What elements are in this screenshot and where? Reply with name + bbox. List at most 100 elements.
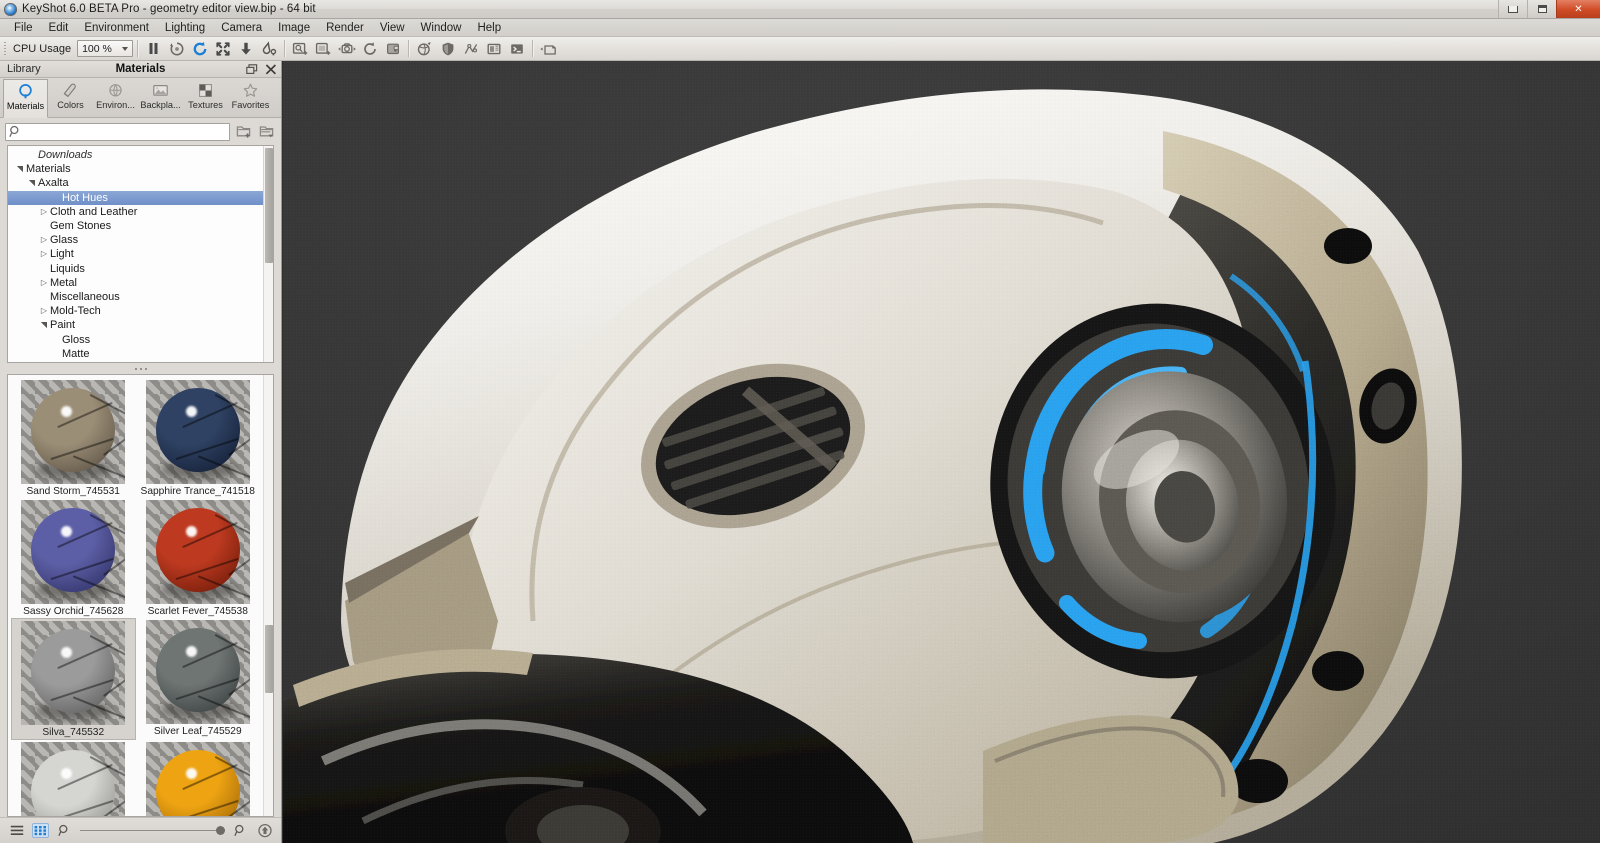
panel-splitter-handle[interactable] bbox=[0, 363, 281, 374]
tree-item[interactable]: ▷Cloth and Leather bbox=[8, 205, 263, 219]
chevron-right-icon[interactable]: ▷ bbox=[38, 279, 50, 287]
close-icon[interactable] bbox=[265, 64, 277, 75]
list-view-button[interactable] bbox=[8, 823, 25, 838]
search-box[interactable] bbox=[5, 123, 230, 141]
animation-button[interactable] bbox=[358, 38, 381, 59]
thumbnail-scrollbar-thumb[interactable] bbox=[265, 625, 273, 693]
menu-render[interactable]: Render bbox=[318, 20, 372, 36]
material-thumbnail[interactable]: Scarlet Fever_745538 bbox=[136, 498, 261, 618]
tab-materials-label: Materials bbox=[7, 101, 44, 111]
material-thumbnail[interactable]: Silver Leaf_745529 bbox=[136, 618, 261, 740]
screenshot-button[interactable] bbox=[482, 38, 505, 59]
project-button[interactable] bbox=[312, 38, 335, 59]
slider-track bbox=[80, 830, 225, 831]
thumbnail-scrollbar[interactable] bbox=[263, 375, 273, 816]
camera-button[interactable] bbox=[335, 38, 358, 59]
chevron-right-icon[interactable]: ▷ bbox=[38, 307, 50, 315]
undock-icon[interactable] bbox=[246, 64, 258, 75]
tab-textures[interactable]: Textures bbox=[183, 78, 228, 117]
material-thumbnail[interactable] bbox=[11, 740, 136, 817]
toolbar-grip[interactable] bbox=[3, 41, 8, 57]
tree-item[interactable]: Matte bbox=[8, 347, 263, 361]
maximize-button[interactable] bbox=[1527, 0, 1556, 18]
tree-scrollbar-thumb[interactable] bbox=[265, 148, 273, 263]
chevron-right-icon[interactable]: ▷ bbox=[38, 236, 50, 244]
menu-image[interactable]: Image bbox=[270, 20, 318, 36]
tab-environments[interactable]: Environ... bbox=[93, 78, 138, 117]
chevron-down-icon[interactable]: ◢ bbox=[40, 319, 48, 331]
chevron-right-icon[interactable]: ▷ bbox=[38, 250, 50, 258]
library-button[interactable] bbox=[289, 38, 312, 59]
render-button[interactable] bbox=[537, 38, 560, 59]
zoom-in-button[interactable] bbox=[232, 823, 249, 838]
chevron-down-icon[interactable]: ◢ bbox=[28, 177, 36, 189]
material-picker-button[interactable] bbox=[257, 38, 280, 59]
search-input[interactable] bbox=[22, 126, 229, 138]
chevron-right-icon[interactable]: ▷ bbox=[38, 208, 50, 216]
realtime-render-viewport[interactable] bbox=[283, 61, 1600, 843]
tree-scrollbar[interactable] bbox=[263, 146, 273, 362]
tree-item[interactable]: Miscellaneous bbox=[8, 290, 263, 304]
menu-edit[interactable]: Edit bbox=[41, 20, 77, 36]
menu-camera[interactable]: Camera bbox=[213, 20, 270, 36]
menu-view[interactable]: View bbox=[372, 20, 413, 36]
tree-item[interactable]: ◢Materials bbox=[8, 162, 263, 176]
move-tool-button[interactable] bbox=[211, 38, 234, 59]
menu-file[interactable]: File bbox=[6, 20, 41, 36]
tree-item[interactable]: ▷Light bbox=[8, 247, 263, 261]
shield-button[interactable] bbox=[436, 38, 459, 59]
pause-render-button[interactable] bbox=[142, 38, 165, 59]
performance-mode-button[interactable] bbox=[165, 38, 188, 59]
minimize-button[interactable] bbox=[1498, 0, 1527, 18]
material-thumbnail[interactable]: Sapphire Trance_741518 bbox=[136, 378, 261, 498]
tab-backplates[interactable]: Backpla... bbox=[138, 78, 183, 117]
add-folder-button[interactable] bbox=[235, 123, 253, 141]
menu-lighting[interactable]: Lighting bbox=[157, 20, 213, 36]
tree-item[interactable]: Gem Stones bbox=[8, 219, 263, 233]
material-thumbnail[interactable]: Sassy Orchid_745628 bbox=[11, 498, 136, 618]
library-panel-title: Materials bbox=[0, 63, 281, 75]
tab-colors[interactable]: Colors bbox=[48, 78, 93, 117]
sphere-streak bbox=[90, 394, 125, 420]
tree-item[interactable]: Downloads bbox=[8, 148, 263, 162]
tree-item[interactable]: ▷Mold-Tech bbox=[8, 304, 263, 318]
tab-materials[interactable]: Materials bbox=[3, 79, 48, 118]
material-thumbnail[interactable] bbox=[136, 740, 261, 817]
tree-item[interactable]: Hot Hues bbox=[8, 191, 263, 205]
upload-cloud-button[interactable] bbox=[256, 823, 273, 838]
folder-options-button[interactable] bbox=[258, 123, 276, 141]
close-button[interactable]: ✕ bbox=[1556, 0, 1600, 18]
chevron-down-icon[interactable]: ◢ bbox=[16, 163, 24, 175]
refresh-render-button[interactable] bbox=[188, 38, 211, 59]
tab-favorites[interactable]: Favorites bbox=[228, 78, 273, 117]
slider-knob[interactable] bbox=[216, 826, 225, 835]
zoom-out-button[interactable] bbox=[56, 823, 73, 838]
menu-window[interactable]: Window bbox=[413, 20, 470, 36]
material-thumbnail[interactable]: Sand Storm_745531 bbox=[11, 378, 136, 498]
thumbnail-size-slider[interactable] bbox=[80, 824, 225, 838]
chevron-down-icon[interactable]: ◢ bbox=[52, 362, 60, 363]
tree-item[interactable]: Gloss bbox=[8, 332, 263, 346]
material-thumbnail-panel[interactable]: Sand Storm_745531Sapphire Trance_741518S… bbox=[7, 374, 274, 817]
specular-highlight bbox=[186, 646, 197, 657]
tree-item[interactable]: ◢Paint bbox=[8, 318, 263, 332]
animation-icon bbox=[362, 41, 378, 57]
cpu-usage-dropdown[interactable]: 100 % bbox=[77, 40, 133, 57]
material-thumbnail[interactable]: Silva_745532 bbox=[11, 618, 136, 740]
cpu-usage-label: CPU Usage bbox=[13, 43, 71, 55]
material-category-tree[interactable]: Downloads◢Materials◢AxaltaHot Hues▷Cloth… bbox=[7, 145, 274, 363]
tree-item[interactable]: ◢Metallic bbox=[8, 361, 263, 363]
import-button[interactable] bbox=[234, 38, 257, 59]
tree-item[interactable]: Liquids bbox=[8, 262, 263, 276]
menu-environment[interactable]: Environment bbox=[76, 20, 157, 36]
tab-backplates-label: Backpla... bbox=[140, 100, 180, 110]
tree-item[interactable]: ◢Axalta bbox=[8, 176, 263, 190]
menu-help[interactable]: Help bbox=[469, 20, 509, 36]
scatter-button[interactable] bbox=[459, 38, 482, 59]
environment-button[interactable] bbox=[413, 38, 436, 59]
script-console-button[interactable] bbox=[505, 38, 528, 59]
keyshotvr-button[interactable] bbox=[381, 38, 404, 59]
grid-view-button[interactable] bbox=[32, 823, 49, 838]
tree-item[interactable]: ▷Glass bbox=[8, 233, 263, 247]
tree-item[interactable]: ▷Metal bbox=[8, 276, 263, 290]
